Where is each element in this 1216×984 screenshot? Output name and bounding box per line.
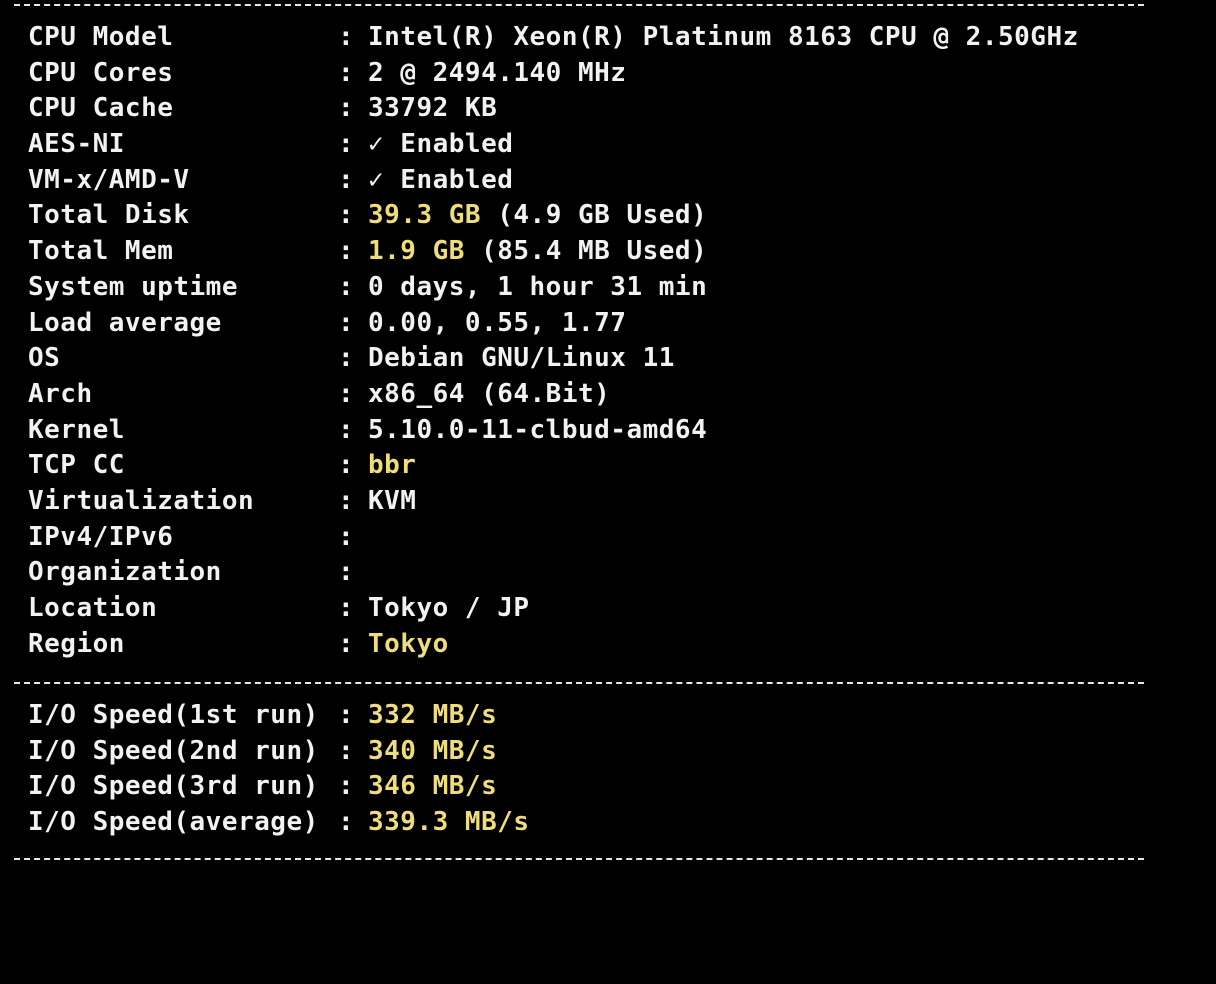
io-colon: : [338, 700, 355, 730]
info-label: Region [28, 628, 125, 659]
io-row-third-run: I/O Speed(3rd run) : 346 MB/s [28, 769, 497, 805]
io-label: I/O Speed(1st run) [28, 700, 319, 730]
info-label: System uptime [28, 271, 238, 302]
info-row-load-average: Load average : 0.00, 0.55, 1.77 [28, 306, 626, 342]
io-colon: : [338, 735, 355, 766]
info-value: 0 days, 1 hour 31 min [368, 271, 708, 302]
info-colon: : [338, 57, 355, 88]
io-label: I/O Speed(3rd run) [28, 771, 319, 802]
info-label: Kernel [28, 414, 125, 445]
info-label: AES-NI [28, 129, 125, 160]
info-label: TCP CC [28, 450, 125, 481]
info-value-group: 39.3 GB (4.9 GB Used) [368, 198, 707, 234]
io-colon: : [338, 771, 355, 802]
info-row-cpu-model: CPU Model : Intel(R) Xeon(R) Platinum 81… [28, 20, 1078, 56]
info-colon: : [338, 343, 355, 374]
system-info-list: CPU Model : Intel(R) Xeon(R) Platinum 81… [28, 20, 1078, 663]
info-value: Debian GNU/Linux 11 [368, 343, 675, 374]
info-value: Intel(R) Xeon(R) Platinum 8163 CPU @ 2.5… [368, 22, 1079, 52]
info-value: ✓ Enabled [368, 164, 514, 195]
info-label: Load average [28, 307, 222, 338]
info-row-arch: Arch : x86_64 (64.Bit) [28, 377, 610, 413]
info-label: Virtualization [28, 485, 255, 516]
io-label: I/O Speed(average) [28, 807, 319, 838]
info-row-organization: Organization : [28, 555, 354, 591]
info-colon: : [338, 485, 355, 516]
info-colon: : [338, 521, 355, 552]
info-colon: : [338, 236, 355, 267]
io-colon: : [338, 807, 355, 838]
info-colon: : [338, 628, 355, 659]
info-colon: : [338, 378, 355, 409]
info-row-total-disk: Total Disk : 39.3 GB (4.9 GB Used) [28, 198, 707, 234]
info-row-total-mem: Total Mem : 1.9 GB (85.4 MB Used) [28, 234, 707, 270]
info-value: Tokyo / JP [368, 593, 530, 623]
info-row-kernel: Kernel : 5.10.0-11-clbud-amd64 [28, 413, 707, 449]
info-row-os: OS : Debian GNU/Linux 11 [28, 341, 674, 377]
io-label: I/O Speed(2nd run) [28, 735, 319, 766]
info-colon: : [338, 593, 355, 623]
info-value-group: 1.9 GB (85.4 MB Used) [368, 234, 707, 270]
info-value-highlight: 39.3 GB [368, 200, 482, 231]
info-label: CPU Cores [28, 57, 174, 88]
info-row-vmx: VM-x/AMD-V : ✓ Enabled [28, 163, 513, 199]
info-colon: : [338, 557, 355, 588]
info-colon: : [338, 200, 355, 231]
info-value-highlight: 1.9 GB [368, 236, 465, 267]
info-colon: : [338, 22, 355, 52]
info-label: CPU Model [28, 22, 174, 52]
info-value: 5.10.0-11-clbud-amd64 [368, 414, 708, 445]
info-colon: : [338, 271, 355, 302]
info-colon: : [338, 307, 355, 338]
info-label: Total Disk [28, 200, 190, 231]
info-row-location: Location : Tokyo / JP [28, 591, 529, 627]
info-label: IPv4/IPv6 [28, 521, 174, 552]
info-row-virtualization: Virtualization : KVM [28, 484, 416, 520]
info-value-extra: (4.9 GB Used) [481, 200, 708, 231]
info-label: Organization [28, 557, 222, 588]
info-value: KVM [368, 485, 417, 516]
info-value: x86_64 (64.Bit) [368, 378, 611, 409]
info-label: Total Mem [28, 236, 174, 267]
info-value: ✓ Enabled [368, 129, 514, 160]
info-value: 2 @ 2494.140 MHz [368, 57, 627, 88]
terminal-window: CPU Model : Intel(R) Xeon(R) Platinum 81… [0, 0, 1216, 864]
info-row-cpu-cache: CPU Cache : 33792 KB [28, 91, 497, 127]
info-label: CPU Cache [28, 93, 174, 124]
io-value: 339.3 MB/s [368, 807, 530, 838]
io-value: 346 MB/s [368, 771, 498, 802]
info-label: Location [28, 593, 158, 623]
io-value: 332 MB/s [368, 700, 498, 730]
io-row-second-run: I/O Speed(2nd run) : 340 MB/s [28, 734, 497, 770]
info-label: VM-x/AMD-V [28, 164, 190, 195]
io-speed-list: I/O Speed(1st run) : 332 MB/s I/O Speed(… [28, 698, 529, 841]
info-colon: : [338, 129, 355, 160]
info-value-highlight: Tokyo [368, 628, 449, 659]
info-label: OS [28, 343, 61, 374]
info-colon: : [338, 414, 355, 445]
io-row-first-run: I/O Speed(1st run) : 332 MB/s [28, 698, 497, 734]
info-value-highlight: bbr [368, 450, 417, 481]
info-row-ipv4-ipv6: IPv4/IPv6 : [28, 520, 354, 556]
info-colon: : [338, 164, 355, 195]
info-label: Arch [28, 378, 93, 409]
separator-top [14, 4, 1144, 6]
info-row-tcp-cc: TCP CC : bbr [28, 448, 416, 484]
info-colon: : [338, 93, 355, 124]
info-value: 0.00, 0.55, 1.77 [368, 307, 627, 338]
info-row-uptime: System uptime : 0 days, 1 hour 31 min [28, 270, 707, 306]
io-value: 340 MB/s [368, 735, 498, 766]
separator-middle [14, 682, 1144, 684]
info-row-region: Region : Tokyo [28, 627, 448, 663]
info-colon: : [338, 450, 355, 481]
io-row-average: I/O Speed(average) : 339.3 MB/s [28, 805, 529, 841]
info-value-extra: (85.4 MB Used) [464, 236, 708, 267]
info-row-cpu-cores: CPU Cores : 2 @ 2494.140 MHz [28, 56, 626, 92]
info-row-aes-ni: AES-NI : ✓ Enabled [28, 127, 513, 163]
info-value: 33792 KB [368, 93, 498, 124]
separator-bottom [14, 858, 1144, 860]
